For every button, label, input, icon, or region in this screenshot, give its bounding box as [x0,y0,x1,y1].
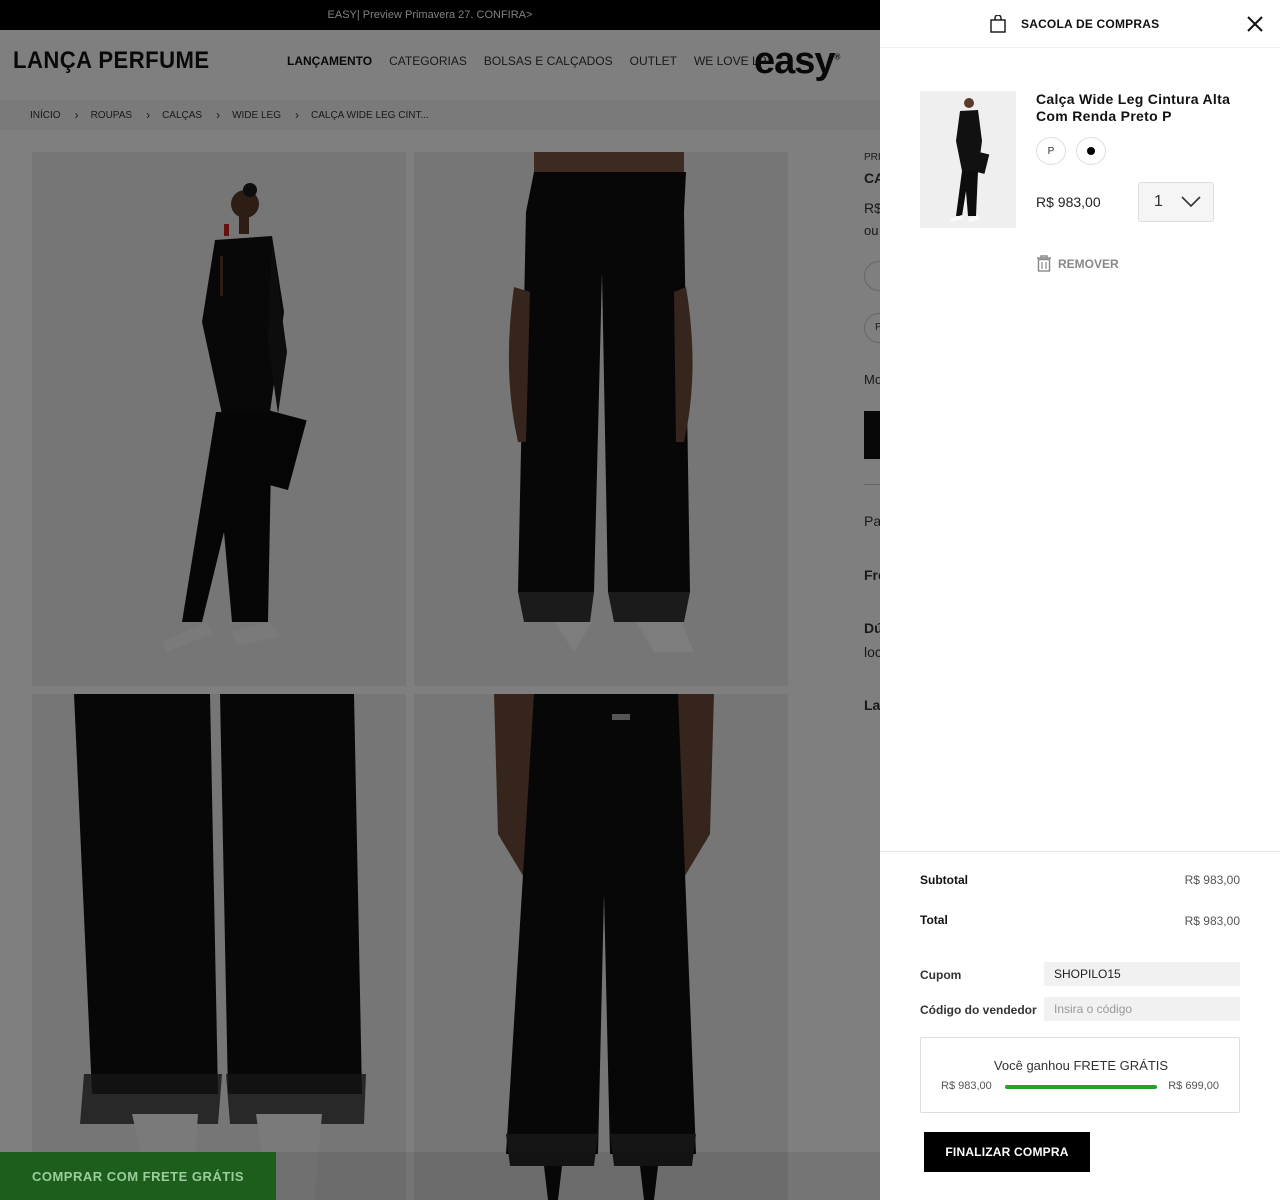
quantity-value: 1 [1154,193,1163,210]
coupon-label: Cupom [920,968,962,982]
cart-item-name[interactable]: Calça Wide Leg Cintura Alta Com Renda Pr… [1036,91,1236,125]
free-shipping-progress-box: Você ganhou FRETE GRÁTIS R$ 983,00 R$ 69… [920,1037,1240,1113]
quantity-select[interactable]: 1 [1138,182,1214,222]
chevron-down-icon [1181,196,1201,208]
cart-item-color [1076,137,1106,165]
shipping-threshold-value: R$ 699,00 [1168,1080,1219,1092]
seller-code-input[interactable] [1044,997,1240,1021]
free-shipping-progress-bar [1005,1085,1157,1089]
cart-drawer: SACOLA DE COMPRAS Calça Wide Leg Cintura… [880,0,1280,1200]
checkout-button[interactable]: FINALIZAR COMPRA [924,1132,1090,1172]
color-dot-icon [1087,147,1095,155]
remove-label: REMOVER [1058,256,1119,271]
subtotal-value: R$ 983,00 [1184,873,1240,887]
cart-header: SACOLA DE COMPRAS [880,0,1280,48]
subtotal-label: Subtotal [920,873,968,887]
divider [880,851,1280,852]
buy-free-shipping-button[interactable]: COMPRAR COM FRETE GRÁTIS [0,1152,276,1200]
remove-item-button[interactable]: REMOVER [1036,255,1119,272]
cart-item-price: R$ 983,00 [1036,194,1101,210]
close-icon[interactable] [1244,13,1266,35]
shipping-current-value: R$ 983,00 [941,1080,992,1092]
progress-fill [1005,1085,1157,1089]
trash-icon [1037,255,1051,272]
shopping-bag-icon [990,15,1006,33]
total-value: R$ 983,00 [1184,914,1240,928]
modal-overlay[interactable] [0,0,880,1200]
free-shipping-message: Você ganhou FRETE GRÁTIS [993,1058,1169,1073]
cart-title: SACOLA DE COMPRAS [1021,17,1160,31]
coupon-input[interactable] [1044,962,1240,986]
total-label: Total [920,913,948,927]
cart-item-thumbnail[interactable] [920,91,1016,228]
seller-code-label: Código do vendedor [920,1003,1037,1017]
cart-item-size: P [1036,137,1066,165]
